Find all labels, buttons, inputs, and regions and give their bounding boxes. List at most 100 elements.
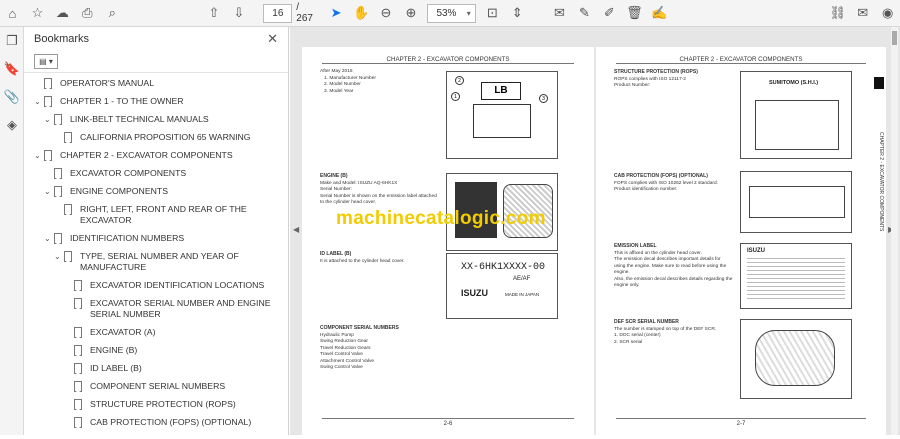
idlabel-section: ID LABEL (B) It is attached to the cylin… <box>320 251 405 265</box>
prev-page-arrow-icon[interactable]: ◀ <box>293 225 299 234</box>
bookmark-item[interactable]: ⌄ TYPE, SERIAL NUMBER AND YEAR OF MANUFAC… <box>24 247 280 276</box>
def-scr-figure <box>740 319 852 399</box>
bookmark-item[interactable]: CALIFORNIA PROPOSITION 65 WARNING <box>24 128 280 146</box>
def-line: 2. SCR serial <box>614 339 643 345</box>
isuzu-logo: ISUZU <box>461 288 488 298</box>
bookmark-label: CALIFORNIA PROPOSITION 65 WARNING <box>80 131 251 142</box>
chevron-down-icon[interactable]: ⌄ <box>44 114 54 125</box>
bookmark-flag-icon <box>74 380 82 392</box>
bookmark-item[interactable]: ⌄ CHAPTER 2 - EXCAVATOR COMPONENTS <box>24 146 280 164</box>
scrollbar-thumb[interactable] <box>892 31 897 45</box>
share-link-icon[interactable]: ⛓ <box>825 0 850 27</box>
bookmark-flag-icon <box>44 77 52 89</box>
chapter-thumb-tab <box>874 77 884 89</box>
bookmark-item[interactable]: CAB PROTECTION (FOPS) (OPTIONAL) <box>24 413 280 431</box>
fops-section: CAB PROTECTION (FOPS) (OPTIONAL) FOPS co… <box>614 173 718 194</box>
bookmark-flag-icon <box>74 297 82 309</box>
pages-icon[interactable]: ❐ <box>0 27 24 55</box>
bookmark-item[interactable]: ⌄ LINK-BELT TECHNICAL MANUALS <box>24 110 280 128</box>
chevron-down-icon[interactable]: ⌄ <box>34 96 44 107</box>
bookmark-item[interactable]: RIGHT, LEFT, FRONT AND REAR OF THE EXCAV… <box>24 200 280 229</box>
zoom-out-icon[interactable]: ⊖ <box>374 0 399 27</box>
callout-2: 2 <box>455 76 464 85</box>
bookmark-item[interactable]: ⌄ IDENTIFICATION NUMBERS <box>24 229 280 247</box>
bookmarks-title: Bookmarks <box>34 33 90 45</box>
hand-icon[interactable]: ✋ <box>349 0 374 27</box>
callout-3: 3 <box>539 94 548 103</box>
bookmark-item[interactable]: STRUCTURE PROTECTION (ROPS) <box>24 395 280 413</box>
bookmark-item[interactable]: EXCAVATOR COMPONENTS <box>24 164 280 182</box>
bookmark-flag-icon <box>74 398 82 410</box>
home-icon[interactable]: ⌂ <box>0 0 25 27</box>
header-rule <box>322 63 574 64</box>
bookmark-item[interactable]: ⌄ ENGINE COMPONENTS <box>24 182 280 200</box>
pen-icon[interactable]: ✎ <box>572 0 597 27</box>
bookmark-label: CAB PROTECTION (FOPS) (OPTIONAL) <box>90 416 252 427</box>
bookmark-flag-icon <box>74 326 82 338</box>
scroll-mode-icon[interactable]: ⇕ <box>505 0 530 27</box>
page-up-icon[interactable]: ⇧ <box>202 0 227 27</box>
bookmark-label: EXCAVATOR IDENTIFICATION LOCATIONS <box>90 279 265 290</box>
scr-drawing <box>755 330 835 386</box>
viewer-scrollbar[interactable] <box>891 27 898 435</box>
chevron-down-icon[interactable]: ⌄ <box>34 150 44 161</box>
bookmark-label: TYPE, SERIAL NUMBER AND YEAR OF MANUFACT… <box>80 250 239 272</box>
attachment-icon[interactable]: 📎 <box>0 83 24 111</box>
intro-line: 3. Model Year <box>324 88 354 94</box>
print-icon[interactable]: ⎙ <box>75 0 100 27</box>
page-down-icon[interactable]: ⇩ <box>226 0 251 27</box>
chevron-down-icon[interactable]: ⌄ <box>44 186 54 197</box>
account-icon[interactable]: ◉ <box>875 0 900 27</box>
bookmark-item[interactable]: COMPONENT SERIAL NUMBERS <box>24 377 280 395</box>
callout-1: 1 <box>451 92 460 101</box>
bookmark-item[interactable]: ⌄ CHAPTER 1 - TO THE OWNER <box>24 92 280 110</box>
zoom-search-icon[interactable]: ⌕ <box>100 0 125 27</box>
sign-icon[interactable]: ✍ <box>647 0 672 27</box>
page-number-input[interactable]: 16 <box>263 3 293 23</box>
bookmark-item[interactable]: EXCAVATOR (A) <box>24 323 280 341</box>
chapter-side-tab: CHAPTER 2 - EXCAVATOR COMPONENTS <box>878 132 884 232</box>
email-icon[interactable]: ✉ <box>850 0 875 27</box>
bookmark-flag-icon <box>74 362 82 374</box>
bookmark-options-button[interactable]: ▤ ▾ <box>34 54 58 69</box>
delete-icon[interactable]: 🗑 <box>622 0 647 27</box>
bookmark-item[interactable]: ENGINE (B) <box>24 341 280 359</box>
bookmark-item[interactable]: EXCAVATOR SERIAL NUMBER AND ENGINE SERIA… <box>24 294 280 323</box>
bookmark-item[interactable]: EMISSION LABEL <box>24 431 280 435</box>
intro-block: After May 2015 1. Manufacturer Number 2.… <box>320 69 376 95</box>
component-item: Swing Control Valve <box>320 365 363 370</box>
bookmarks-panel: Bookmarks ✕ ▤ ▾ OPERATOR'S MANUAL ⌄ CHAPTE… <box>24 27 307 435</box>
zoom-level-select[interactable]: 53% ▾ <box>427 3 476 23</box>
bookmark-label: ENGINE (B) <box>90 344 138 355</box>
layers-icon[interactable]: ◈ <box>0 111 24 139</box>
document-viewer[interactable]: ◀ ▶ CHAPTER 2 - EXCAVATOR COMPONENTS Aft… <box>290 27 900 439</box>
chevron-down-icon[interactable]: ⌄ <box>44 233 54 244</box>
engine-section: ENGINE (B) Make and Model: ISUZU AQ-6HK1… <box>320 173 437 207</box>
select-cursor-icon[interactable]: ➤ <box>324 0 349 27</box>
bookmark-item[interactable]: EXCAVATOR IDENTIFICATION LOCATIONS <box>24 276 280 294</box>
component-section: COMPONENT SERIAL NUMBERS Hydraulic Pump … <box>320 325 399 372</box>
bookmark-item[interactable]: OPERATOR'S MANUAL <box>24 74 280 92</box>
emission-line: The emission decal describes important d… <box>614 257 721 262</box>
made-in-japan: MADE IN JAPAN <box>505 292 540 297</box>
idlabel-code2: AE/AF <box>513 276 531 282</box>
zoom-level-value: 53% <box>436 7 457 19</box>
isuzu-logo: ISUZU <box>747 248 765 254</box>
chevron-down-icon[interactable]: ⌄ <box>54 251 64 262</box>
page-footer: 2-7 <box>736 421 746 427</box>
close-icon[interactable]: ✕ <box>267 31 278 47</box>
bookmark-item[interactable]: ID LABEL (B) <box>24 359 280 377</box>
zoom-in-icon[interactable]: ⊕ <box>398 0 423 27</box>
bookmark-icon[interactable]: 🔖 <box>0 55 24 83</box>
fit-page-icon[interactable]: ⊡ <box>480 0 505 27</box>
rops-label-figure: SUMITOMO (S.H.I.) <box>740 71 852 159</box>
comment-icon[interactable]: ✉ <box>547 0 572 27</box>
idlabel-line: It is attached to the cylinder head cove… <box>320 258 405 264</box>
engine-line: to the cylinder head cover. <box>320 200 376 205</box>
navigation-rail: ❐ 🔖 📎 ◈ <box>0 27 24 435</box>
cloud-upload-icon[interactable]: ☁ <box>50 0 75 27</box>
manufacturer-label-figure: LB 2 1 3 <box>446 71 558 159</box>
highlight-icon[interactable]: ✐ <box>597 0 622 27</box>
star-icon[interactable]: ☆ <box>25 0 50 27</box>
linkbelt-logo: LB <box>481 82 521 100</box>
